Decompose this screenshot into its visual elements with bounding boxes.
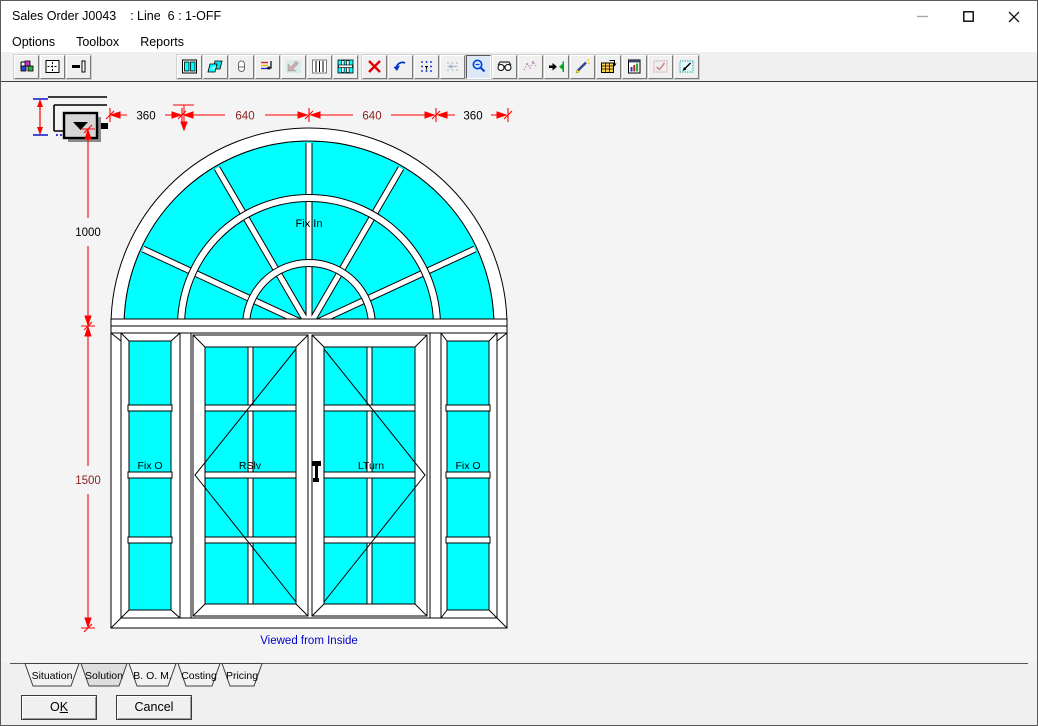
wireframe-view-button[interactable]	[492, 55, 517, 79]
edit-nodes-button[interactable]	[414, 55, 439, 79]
left-fixed-label: Fix O	[137, 460, 162, 472]
undo-button[interactable]	[388, 55, 413, 79]
left-fixed-pane[interactable]: Fix O	[121, 333, 180, 618]
tab-solution[interactable]: Solution	[81, 664, 127, 687]
cascade-profiles-icon	[18, 58, 35, 75]
close-icon	[1008, 11, 1020, 23]
georgian-bars-button[interactable]	[333, 55, 358, 79]
window-elevation-button[interactable]	[177, 55, 202, 79]
maximize-icon	[963, 11, 974, 22]
export-table-icon	[600, 58, 617, 75]
dim-top-4[interactable]: 360	[463, 111, 482, 123]
left-sash-label: RSlv	[239, 460, 262, 472]
move-nodes-icon	[444, 58, 461, 75]
hardware-icon	[233, 58, 250, 75]
delete-icon	[366, 58, 383, 75]
dimension-grid-button[interactable]	[40, 55, 65, 79]
profile-section-icon	[70, 58, 87, 75]
pattern-fill-button[interactable]	[281, 55, 306, 79]
svg-text:B. O. M.: B. O. M.	[133, 670, 172, 682]
maximize-button[interactable]	[945, 1, 991, 32]
left-sash[interactable]: RSlv	[193, 335, 308, 616]
title-bar: Sales Order J0043 : Line 6 : 1-OFF	[1, 1, 1037, 32]
dim-top-1[interactable]: 360	[136, 111, 155, 123]
svg-text:Situation: Situation	[32, 670, 73, 682]
close-button[interactable]	[991, 1, 1037, 32]
highlight-pen-icon	[574, 58, 591, 75]
tab-strip: Situation Solution B. O. M. Costing Pric…	[1, 662, 1037, 688]
drawing-canvas: 360 640 640 360 1000 1500	[1, 81, 1037, 662]
highlight-pen-button[interactable]	[570, 55, 595, 79]
survey-points-icon	[522, 58, 539, 75]
right-sash[interactable]: LTurn	[312, 335, 427, 616]
dimension-grid-icon	[44, 58, 61, 75]
profile-section-button[interactable]	[66, 55, 91, 79]
tab-situation[interactable]: Situation	[25, 664, 79, 687]
wireframe-view-icon	[496, 58, 513, 75]
tab-bom[interactable]: B. O. M.	[129, 664, 176, 687]
ok-button[interactable]: OK	[21, 695, 97, 720]
window-drawing: 360 640 640 360 1000 1500	[10, 83, 1028, 663]
pattern-fill-icon	[285, 58, 302, 75]
svg-text:Solution: Solution	[85, 670, 123, 682]
svg-text:Pricing: Pricing	[226, 670, 258, 682]
menu-toolbox[interactable]: Toolbox	[74, 34, 121, 50]
finish-arrow-button[interactable]	[674, 55, 699, 79]
sash-options-button[interactable]	[255, 55, 280, 79]
move-nodes-button[interactable]	[440, 55, 465, 79]
mullion-right	[430, 333, 441, 618]
view-note: Viewed from Inside	[260, 635, 358, 647]
vertical-bars-button[interactable]	[307, 55, 332, 79]
svg-text:Costing: Costing	[181, 670, 217, 682]
edit-nodes-icon	[418, 58, 435, 75]
dimension-left[interactable]	[81, 125, 95, 632]
right-fixed-pane[interactable]: Fix O	[441, 333, 497, 618]
delete-button[interactable]	[362, 55, 387, 79]
tab-pricing[interactable]: Pricing	[222, 664, 262, 687]
toolbar	[1, 52, 1037, 81]
undo-icon	[392, 58, 409, 75]
menu-reports[interactable]: Reports	[138, 34, 186, 50]
cascade-profiles-button[interactable]	[14, 55, 39, 79]
dim-left-2[interactable]: 1500	[75, 475, 101, 487]
right-sash-label: LTurn	[358, 460, 384, 472]
finish-arrow-icon	[678, 58, 695, 75]
mullion-left	[180, 333, 191, 618]
georgian-bars-icon	[337, 58, 354, 75]
export-table-button[interactable]	[596, 55, 621, 79]
report-chart-button[interactable]	[622, 55, 647, 79]
survey-points-button[interactable]	[518, 55, 543, 79]
glazing-panes-icon	[207, 58, 224, 75]
arch-light[interactable]: Fix In	[111, 128, 507, 326]
profile-dropdown-button[interactable]	[64, 113, 101, 142]
arch-label: Fix In	[296, 218, 323, 230]
compress-arrows-button[interactable]	[544, 55, 569, 79]
dimension-top[interactable]	[106, 108, 512, 122]
minimize-icon	[917, 11, 928, 22]
approve-check-icon	[652, 58, 669, 75]
sash-options-icon	[259, 58, 276, 75]
tab-costing[interactable]: Costing	[178, 664, 220, 687]
dim-top-3[interactable]: 640	[362, 111, 381, 123]
dim-left-1[interactable]: 1000	[75, 227, 101, 239]
right-fixed-label: Fix O	[455, 460, 480, 472]
menu-bar: Options Toolbox Reports	[1, 32, 1038, 52]
dim-top-2[interactable]: 640	[235, 111, 254, 123]
window-title: Sales Order J0043 : Line 6 : 1-OFF	[12, 1, 221, 32]
window-elevation-icon	[181, 58, 198, 75]
approve-check-button[interactable]	[648, 55, 673, 79]
cancel-button[interactable]: Cancel	[116, 695, 192, 720]
zoom-button[interactable]	[466, 55, 491, 79]
compress-arrows-icon	[548, 58, 565, 75]
zoom-icon	[470, 58, 487, 75]
minimize-button[interactable]	[899, 1, 945, 32]
menu-options[interactable]: Options	[10, 34, 57, 50]
hardware-button[interactable]	[229, 55, 254, 79]
report-chart-icon	[626, 58, 643, 75]
vertical-bars-icon	[311, 58, 328, 75]
button-bar: OK Cancel	[1, 688, 1037, 725]
glazing-panes-button[interactable]	[203, 55, 228, 79]
